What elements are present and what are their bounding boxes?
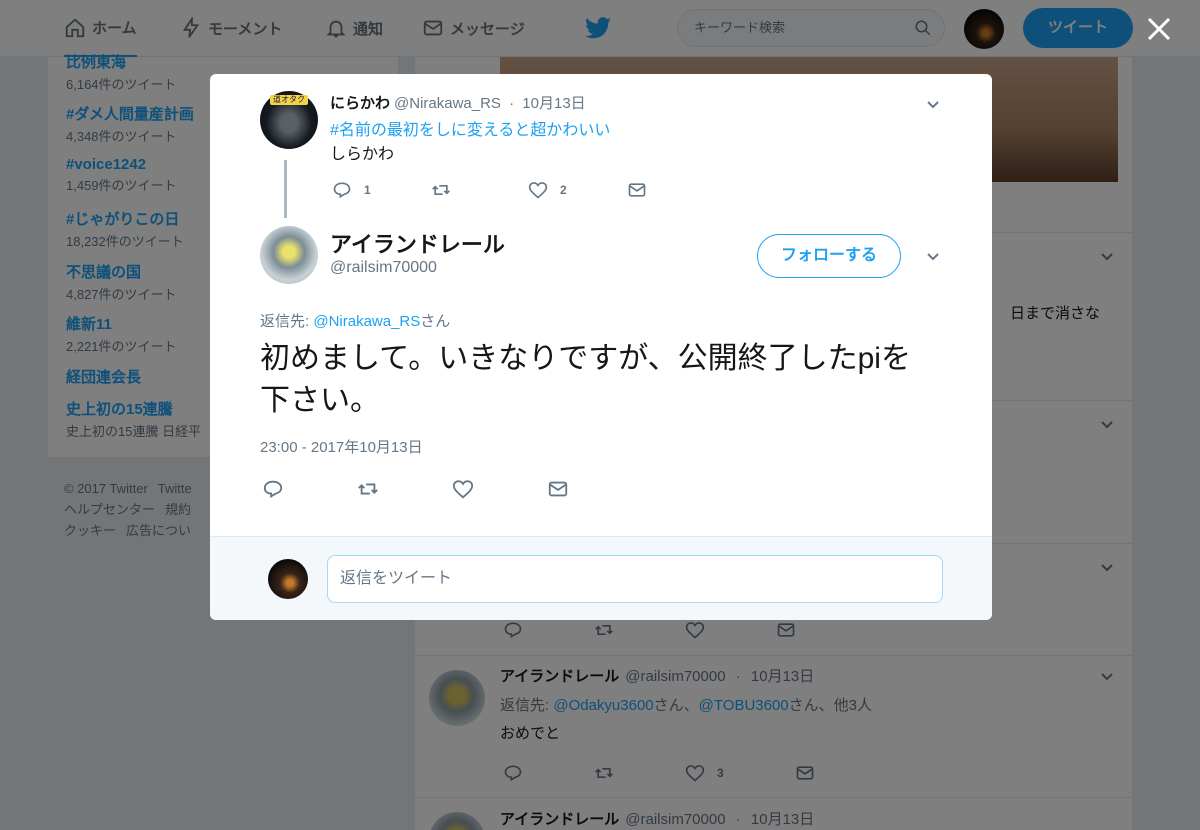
hashtag-link[interactable]: #名前の最初をしに変えると超かわいい [330, 116, 610, 140]
parent-tweet-text: しらかわ [330, 146, 395, 163]
tweet-text: 初めまして。いきなりですが、公開終了したpiを下さい。 [260, 342, 911, 417]
parent-actions: 1 2 [332, 180, 648, 200]
reply-context: 返信先: @Nirakawa_RSさん [260, 310, 450, 331]
retweet-action[interactable] [430, 180, 528, 200]
parent-author-name[interactable]: にらかわ [330, 95, 390, 112]
like-icon[interactable] [452, 478, 474, 500]
reply-action[interactable]: 1 [332, 180, 430, 200]
retweet-icon[interactable] [356, 478, 380, 500]
parent-author: にらかわ @Nirakawa_RS · 10月13日 [330, 95, 586, 112]
like-icon[interactable] [528, 180, 548, 200]
tweet-actions [262, 478, 570, 500]
reply-suffix: さん [420, 313, 451, 330]
user-avatar[interactable] [268, 559, 308, 599]
author-handle[interactable]: @railsim70000 [330, 259, 437, 277]
reply-count: 1 [364, 183, 371, 197]
reply-prefix: 返信先: [260, 313, 310, 330]
reply-icon[interactable] [262, 478, 284, 500]
mention-link[interactable]: @Nirakawa_RS [313, 313, 420, 330]
like-action[interactable]: 2 [528, 180, 626, 200]
chevron-down-icon[interactable] [926, 250, 940, 264]
tweet-modal: 道オタク にらかわ @Nirakawa_RS · 10月13日 #名前の最初をしに… [210, 74, 992, 620]
message-icon[interactable] [626, 180, 648, 200]
retweet-icon[interactable] [430, 180, 452, 200]
reply-composer: 返信をツイート [210, 536, 992, 620]
close-icon[interactable] [1146, 16, 1172, 42]
parent-date[interactable]: 10月13日 [522, 95, 585, 112]
parent-avatar[interactable]: 道オタク [260, 91, 318, 149]
follow-button[interactable]: フォローする [757, 234, 901, 278]
tweet-timestamp[interactable]: 23:00 - 2017年10月13日 [260, 436, 423, 457]
reply-icon[interactable] [332, 180, 352, 200]
parent-author-handle[interactable]: @Nirakawa_RS [394, 95, 501, 112]
author-avatar[interactable] [260, 226, 318, 284]
reply-input[interactable]: 返信をツイート [327, 555, 943, 603]
chevron-down-icon[interactable] [926, 98, 940, 112]
message-icon[interactable] [546, 478, 570, 500]
author-name[interactable]: アイランドレール [330, 227, 505, 259]
thread-line [284, 160, 287, 218]
like-count: 2 [560, 183, 567, 197]
avatar-sign-text: 道オタク [270, 95, 308, 105]
